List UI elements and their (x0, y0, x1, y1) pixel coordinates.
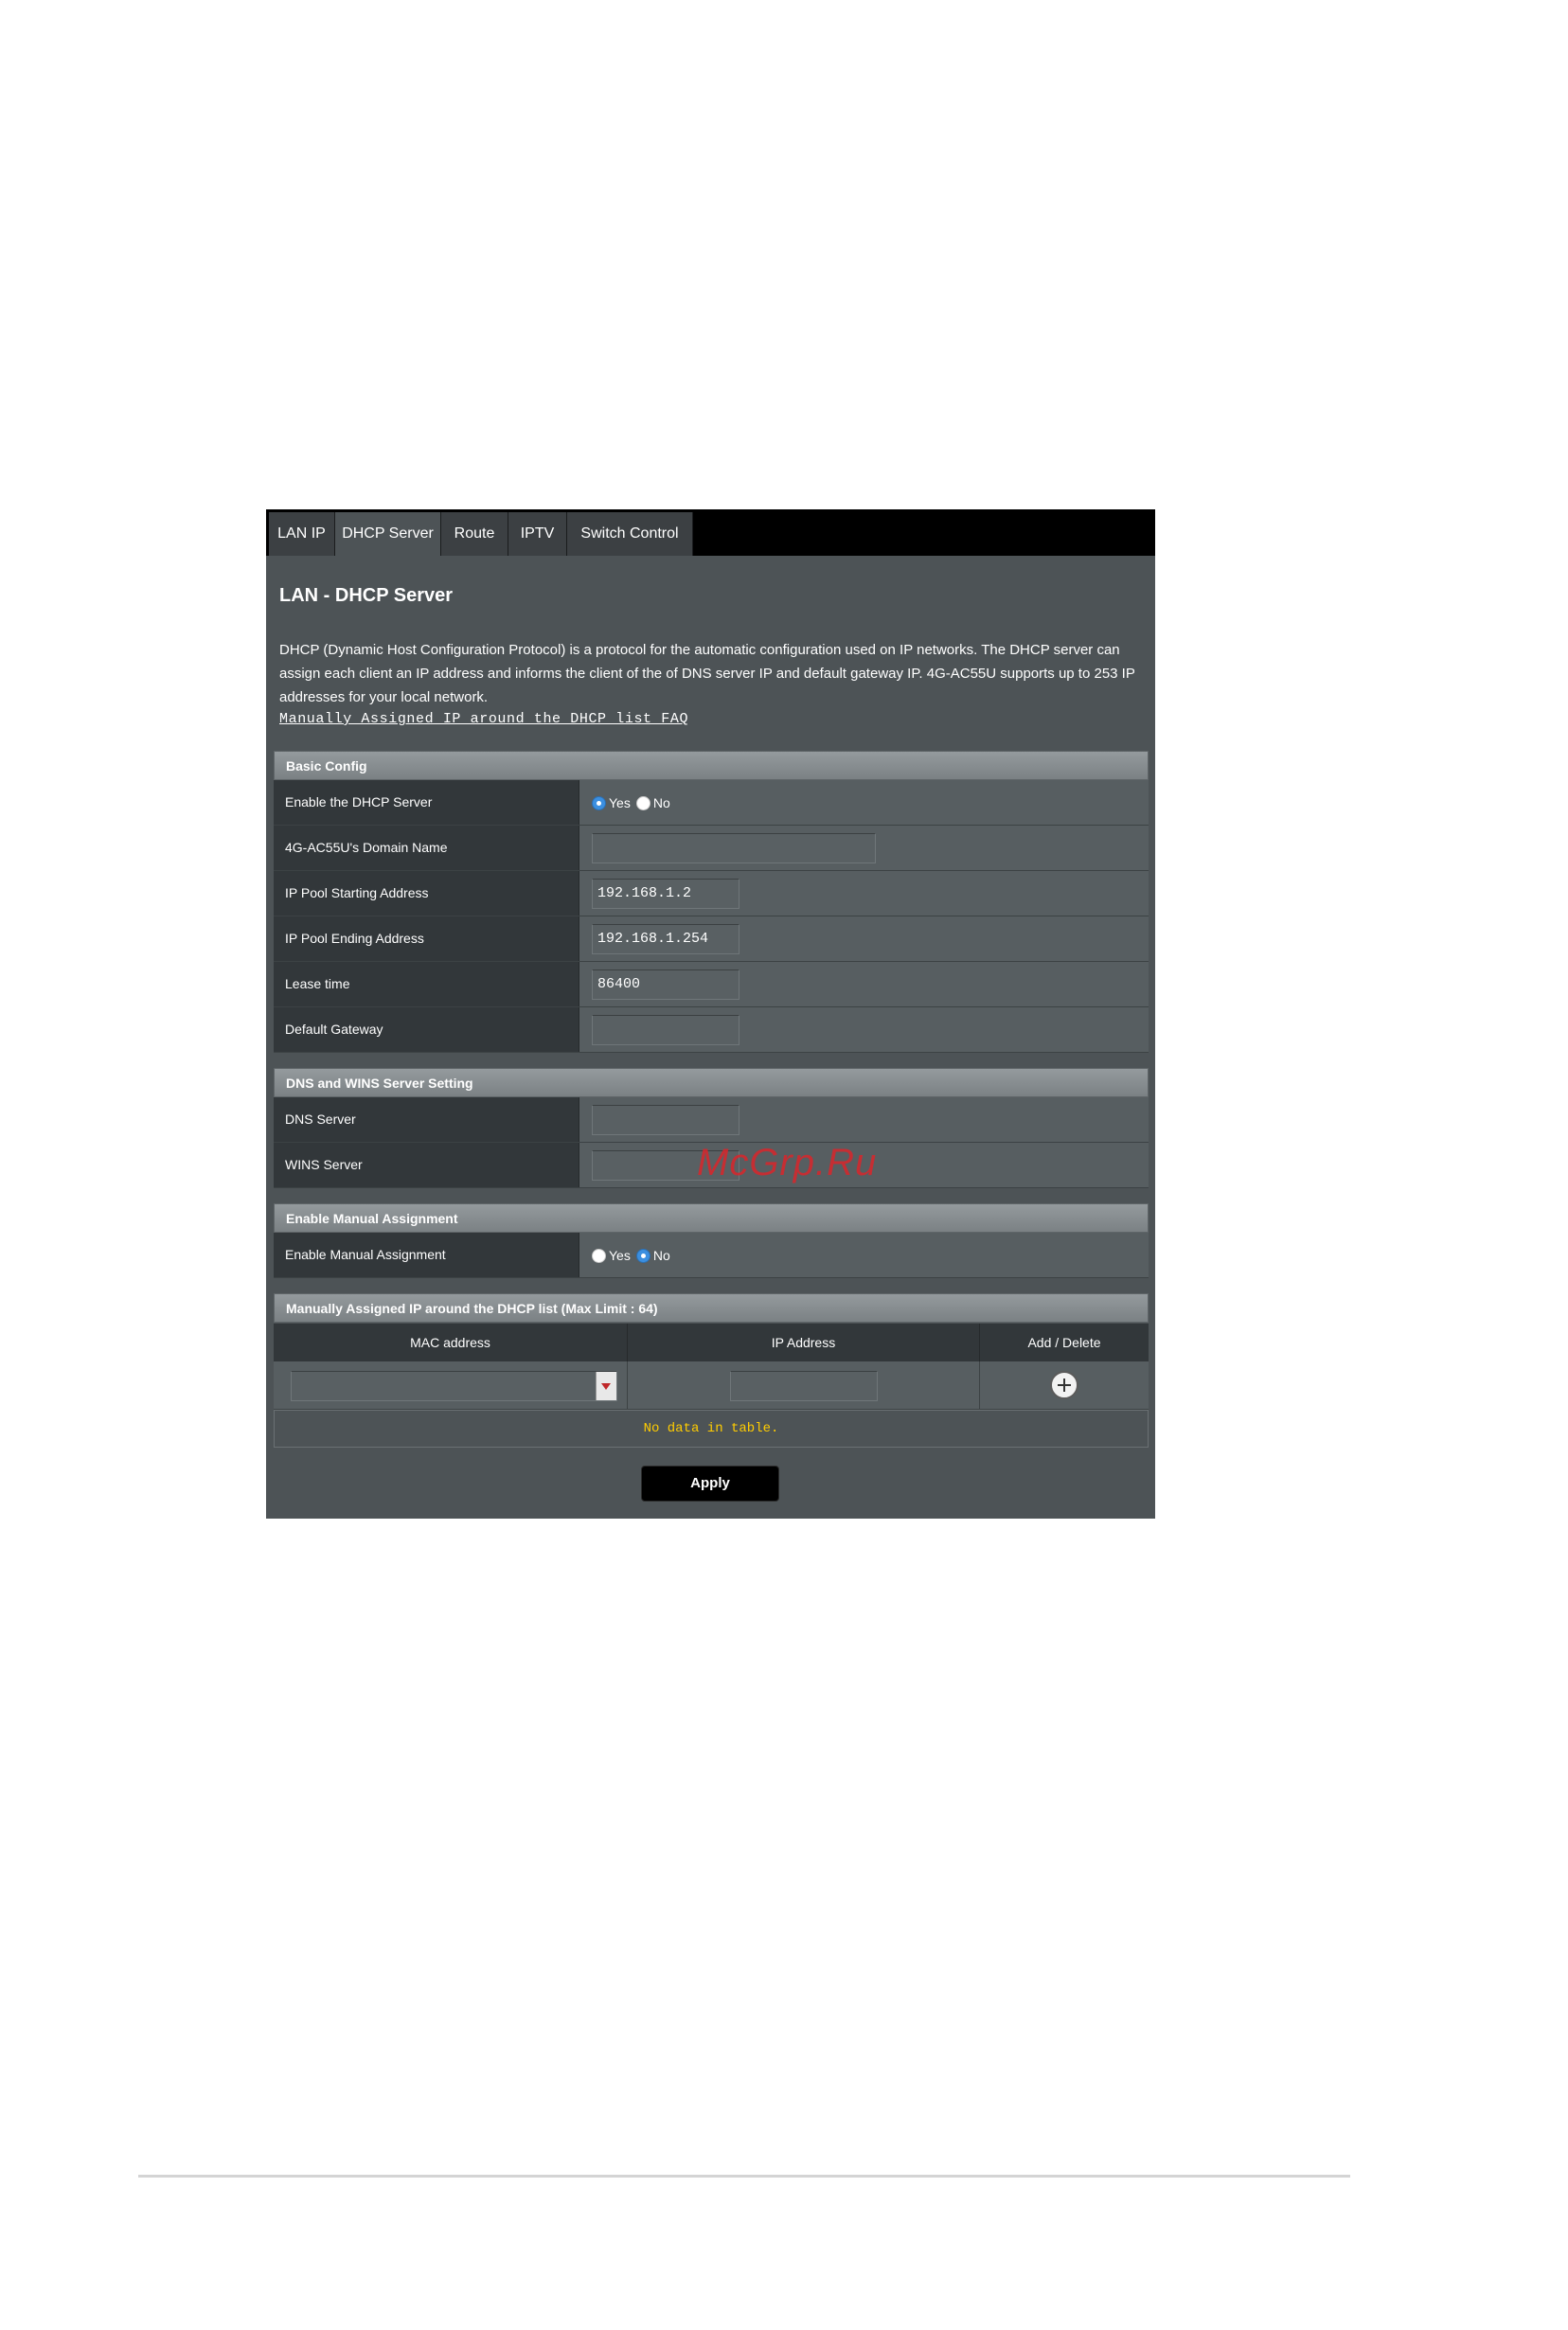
ip-cell (628, 1361, 980, 1409)
dns-server-input[interactable] (592, 1105, 739, 1135)
column-ip-address: IP Address (628, 1324, 980, 1361)
manual-ip-input[interactable] (730, 1371, 878, 1401)
default-gateway-label: Default Gateway (274, 1007, 579, 1052)
section-manual-assignment: Enable Manual Assignment (274, 1203, 1149, 1233)
tab-switch-control[interactable]: Switch Control (567, 512, 693, 556)
domain-name-label: 4G-AC55U's Domain Name (274, 826, 579, 870)
enable-dhcp-no-label: No (652, 794, 670, 810)
dhcp-server-panel: LAN IP DHCP Server Route IPTV Switch Con… (266, 509, 1155, 1519)
enable-manual-no-label: No (652, 1247, 670, 1263)
tab-bar: LAN IP DHCP Server Route IPTV Switch Con… (266, 509, 1155, 556)
enable-dhcp-yes-radio-icon[interactable] (592, 795, 606, 810)
column-add-delete: Add / Delete (1027, 1335, 1101, 1350)
enable-dhcp-label: Enable the DHCP Server (274, 780, 579, 825)
row-lease-time: Lease time 86400 (274, 962, 1149, 1007)
row-pool-start: IP Pool Starting Address 192.168.1.2 (274, 871, 1149, 916)
tab-route[interactable]: Route (441, 512, 508, 556)
mac-address-select[interactable] (291, 1371, 617, 1401)
add-delete-cell (980, 1361, 1149, 1409)
section-manual-list: Manually Assigned IP around the DHCP lis… (274, 1293, 1149, 1323)
lease-time-input[interactable]: 86400 (592, 969, 739, 1000)
column-mac-address: MAC address (274, 1324, 628, 1361)
empty-table-message: No data in table. (274, 1410, 1149, 1448)
tab-iptv[interactable]: IPTV (508, 512, 567, 556)
tab-dhcp-server[interactable]: DHCP Server (335, 512, 441, 556)
row-domain-name: 4G-AC55U's Domain Name (274, 826, 1149, 871)
manual-list-table-header: MAC address IP Address Add / Delete (274, 1324, 1149, 1361)
manual-list-input-row (274, 1361, 1149, 1410)
enable-dhcp-no-radio-icon[interactable] (635, 795, 650, 810)
tab-lan-ip[interactable]: LAN IP (269, 512, 335, 556)
row-default-gateway: Default Gateway (274, 1007, 1149, 1053)
pool-end-input[interactable]: 192.168.1.254 (592, 924, 739, 954)
section-dns-wins: DNS and WINS Server Setting (274, 1068, 1149, 1097)
enable-manual-yes-radio-icon[interactable] (592, 1248, 606, 1263)
pool-start-label: IP Pool Starting Address (274, 871, 579, 916)
enable-manual-no-radio-icon[interactable] (635, 1248, 650, 1263)
enable-dhcp-yes-label: Yes (609, 794, 631, 810)
chevron-down-icon[interactable] (596, 1372, 616, 1400)
mac-cell (274, 1361, 628, 1409)
enable-manual-label: Enable Manual Assignment (274, 1233, 579, 1277)
pool-end-label: IP Pool Ending Address (274, 916, 579, 961)
row-enable-manual: Enable Manual Assignment Yes No (274, 1233, 1149, 1278)
pool-start-input[interactable]: 192.168.1.2 (592, 879, 739, 909)
apply-button[interactable]: Apply (641, 1466, 779, 1502)
row-pool-end: IP Pool Ending Address 192.168.1.254 (274, 916, 1149, 962)
lease-time-label: Lease time (274, 962, 579, 1006)
dns-server-label: DNS Server (274, 1097, 579, 1142)
wins-server-label: WINS Server (274, 1143, 579, 1187)
page-title: LAN - DHCP Server (279, 585, 454, 606)
footer-divider (138, 2175, 1350, 2178)
plus-circle-icon[interactable] (1050, 1371, 1078, 1399)
enable-manual-yes-label: Yes (609, 1247, 631, 1263)
page-description: DHCP (Dynamic Host Configuration Protoco… (279, 642, 1135, 705)
domain-name-input[interactable] (592, 833, 876, 863)
default-gateway-input[interactable] (592, 1015, 739, 1045)
faq-link[interactable]: Manually Assigned IP around the DHCP lis… (279, 711, 688, 727)
row-dns-server: DNS Server (274, 1097, 1149, 1143)
row-enable-dhcp: Enable the DHCP Server Yes No (274, 780, 1149, 826)
section-basic-config: Basic Config (274, 751, 1149, 780)
watermark: McGrp.Ru (697, 1142, 878, 1183)
